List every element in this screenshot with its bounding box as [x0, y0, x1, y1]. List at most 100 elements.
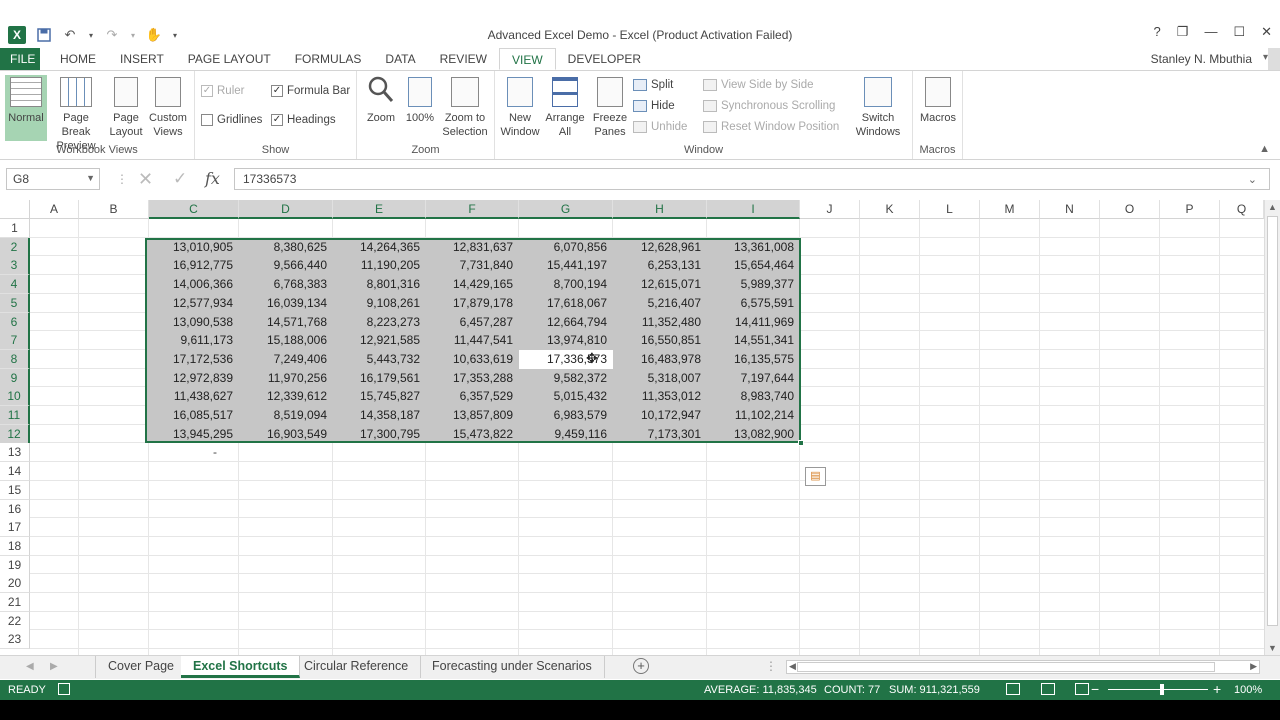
cell-g9[interactable]: 9,582,372: [519, 369, 613, 388]
cell-e2[interactable]: 14,264,365: [333, 238, 426, 257]
cell-i11[interactable]: 11,102,214: [707, 406, 800, 425]
cell-g6[interactable]: 12,664,794: [519, 313, 613, 332]
tab-split-handle-icon[interactable]: ⋮: [765, 659, 777, 673]
column-header-l[interactable]: L: [920, 200, 980, 219]
cell-h5[interactable]: 5,216,407: [613, 294, 707, 313]
column-header-a[interactable]: A: [30, 200, 79, 219]
zoom-to-selection-button[interactable]: Zoom to Selection: [441, 75, 489, 141]
cell-e11[interactable]: 14,358,187: [333, 406, 426, 425]
headings-checkbox[interactable]: ✓ Headings: [271, 114, 336, 126]
name-box-dropdown-icon[interactable]: ▼: [86, 173, 95, 183]
row-header-15[interactable]: 15: [0, 480, 30, 500]
row-header-13[interactable]: 13: [0, 443, 30, 463]
cell-f6[interactable]: 6,457,287: [426, 313, 519, 332]
ribbon-display-options-icon[interactable]: ❐: [1177, 24, 1189, 40]
sheet-tab-cover-page[interactable]: Cover Page: [95, 656, 188, 678]
normal-view-button[interactable]: Normal: [5, 75, 47, 141]
zoom-slider[interactable]: [1108, 689, 1208, 690]
close-icon[interactable]: ✕: [1261, 24, 1272, 40]
help-icon[interactable]: ?: [1154, 24, 1161, 40]
cell-f3[interactable]: 7,731,840: [426, 256, 519, 275]
row-header-3[interactable]: 3: [0, 256, 30, 276]
cell-h9[interactable]: 5,318,007: [613, 369, 707, 388]
gridlines-checkbox[interactable]: Gridlines: [201, 114, 262, 126]
switch-windows-button[interactable]: Switch Windows: [847, 75, 909, 141]
page-layout-view-button[interactable]: Page Layout: [106, 75, 146, 141]
cancel-entry-icon[interactable]: ✕: [138, 169, 153, 190]
column-header-i[interactable]: I: [707, 200, 800, 219]
vertical-scrollbar[interactable]: ▲ ▼: [1264, 200, 1280, 655]
synchronous-scrolling-button[interactable]: Synchronous Scrolling: [703, 100, 835, 112]
row-header-16[interactable]: 16: [0, 499, 30, 519]
cell-f5[interactable]: 17,879,178: [426, 294, 519, 313]
page-break-preview-button[interactable]: Page Break Preview: [48, 75, 104, 152]
cell-e3[interactable]: 11,190,205: [333, 256, 426, 275]
zoom-100-button[interactable]: 100%: [403, 75, 437, 141]
cell-g7[interactable]: 13,974,810: [519, 331, 613, 350]
cell-f9[interactable]: 17,353,288: [426, 369, 519, 388]
macro-record-icon[interactable]: [58, 683, 70, 695]
maximize-icon[interactable]: ☐: [1233, 24, 1245, 40]
scroll-left-icon[interactable]: ◀: [789, 661, 796, 672]
cell-d11[interactable]: 8,519,094: [239, 406, 333, 425]
column-header-d[interactable]: D: [239, 200, 333, 219]
row-header-17[interactable]: 17: [0, 518, 30, 538]
cell-d3[interactable]: 9,566,440: [239, 256, 333, 275]
cell-i5[interactable]: 6,575,591: [707, 294, 800, 313]
cell-h10[interactable]: 11,353,012: [613, 387, 707, 406]
cell-f7[interactable]: 11,447,541: [426, 331, 519, 350]
cell-c5[interactable]: 12,577,934: [149, 294, 239, 313]
cell-g4[interactable]: 8,700,194: [519, 275, 613, 294]
formula-input[interactable]: 17336573 ⌄: [234, 168, 1270, 190]
row-header-23[interactable]: 23: [0, 630, 30, 650]
formula-bar-checkbox[interactable]: ✓ Formula Bar: [271, 85, 350, 97]
cell-d2[interactable]: 8,380,625: [239, 238, 333, 257]
row-header-18[interactable]: 18: [0, 536, 30, 556]
tab-developer[interactable]: DEVELOPER: [556, 48, 653, 70]
next-sheet-icon[interactable]: ▶: [50, 661, 58, 672]
cell-f11[interactable]: 13,857,809: [426, 406, 519, 425]
zoom-button[interactable]: Zoom: [363, 75, 399, 141]
zoom-out-icon[interactable]: −: [1091, 681, 1099, 697]
zoom-level[interactable]: 100%: [1234, 684, 1262, 696]
insert-function-icon[interactable]: fx: [205, 169, 220, 188]
reset-window-position-button[interactable]: Reset Window Position: [703, 121, 839, 133]
row-header-7[interactable]: 7: [0, 331, 30, 351]
cell-e7[interactable]: 12,921,585: [333, 331, 426, 350]
normal-view-status-icon[interactable]: [1006, 683, 1020, 695]
unhide-button[interactable]: Unhide: [633, 121, 687, 133]
column-header-g[interactable]: G: [519, 200, 613, 219]
cell-h7[interactable]: 16,550,851: [613, 331, 707, 350]
horizontal-scrollbar[interactable]: ◀ ▶: [786, 660, 1260, 674]
worksheet-grid[interactable]: ABCDEFGHIJKLMNOPQ 1 2 3 4 5 6 7 8 9 10 11 12 13 14 15 1…: [0, 200, 1264, 655]
minimize-icon[interactable]: —: [1204, 24, 1217, 40]
cell-e5[interactable]: 9,108,261: [333, 294, 426, 313]
cell-g12[interactable]: 9,459,116: [519, 425, 613, 444]
tab-view[interactable]: VIEW: [498, 48, 556, 70]
tab-file[interactable]: FILE: [0, 48, 40, 70]
cell-h2[interactable]: 12,628,961: [613, 238, 707, 257]
cell-f2[interactable]: 12,831,637: [426, 238, 519, 257]
column-header-m[interactable]: M: [980, 200, 1040, 219]
zoom-in-icon[interactable]: +: [1213, 681, 1221, 697]
column-header-b[interactable]: B: [79, 200, 149, 219]
cell-c3[interactable]: 16,912,775: [149, 256, 239, 275]
column-header-k[interactable]: K: [860, 200, 920, 219]
tab-formulas[interactable]: FORMULAS: [283, 48, 374, 70]
cell-c2[interactable]: 13,010,905: [149, 238, 239, 257]
row-header-1[interactable]: 1: [0, 219, 30, 238]
cell-d5[interactable]: 16,039,134: [239, 294, 333, 313]
cell-h8[interactable]: 16,483,978: [613, 350, 707, 369]
scroll-right-icon[interactable]: ▶: [1250, 661, 1257, 672]
cell-g8[interactable]: 17,336,573: [519, 350, 613, 369]
row-header-8[interactable]: 8: [0, 349, 30, 369]
cell-e4[interactable]: 8,801,316: [333, 275, 426, 294]
tab-home[interactable]: HOME: [48, 48, 108, 70]
row-header-21[interactable]: 21: [0, 593, 30, 612]
cell-f12[interactable]: 15,473,822: [426, 425, 519, 444]
sheet-tab-excel-shortcuts[interactable]: Excel Shortcuts: [181, 656, 301, 678]
prev-sheet-icon[interactable]: ◀: [26, 661, 34, 672]
name-box[interactable]: G8 ▼: [6, 168, 100, 190]
cell-g10[interactable]: 5,015,432: [519, 387, 613, 406]
cell-d9[interactable]: 11,970,256: [239, 369, 333, 388]
